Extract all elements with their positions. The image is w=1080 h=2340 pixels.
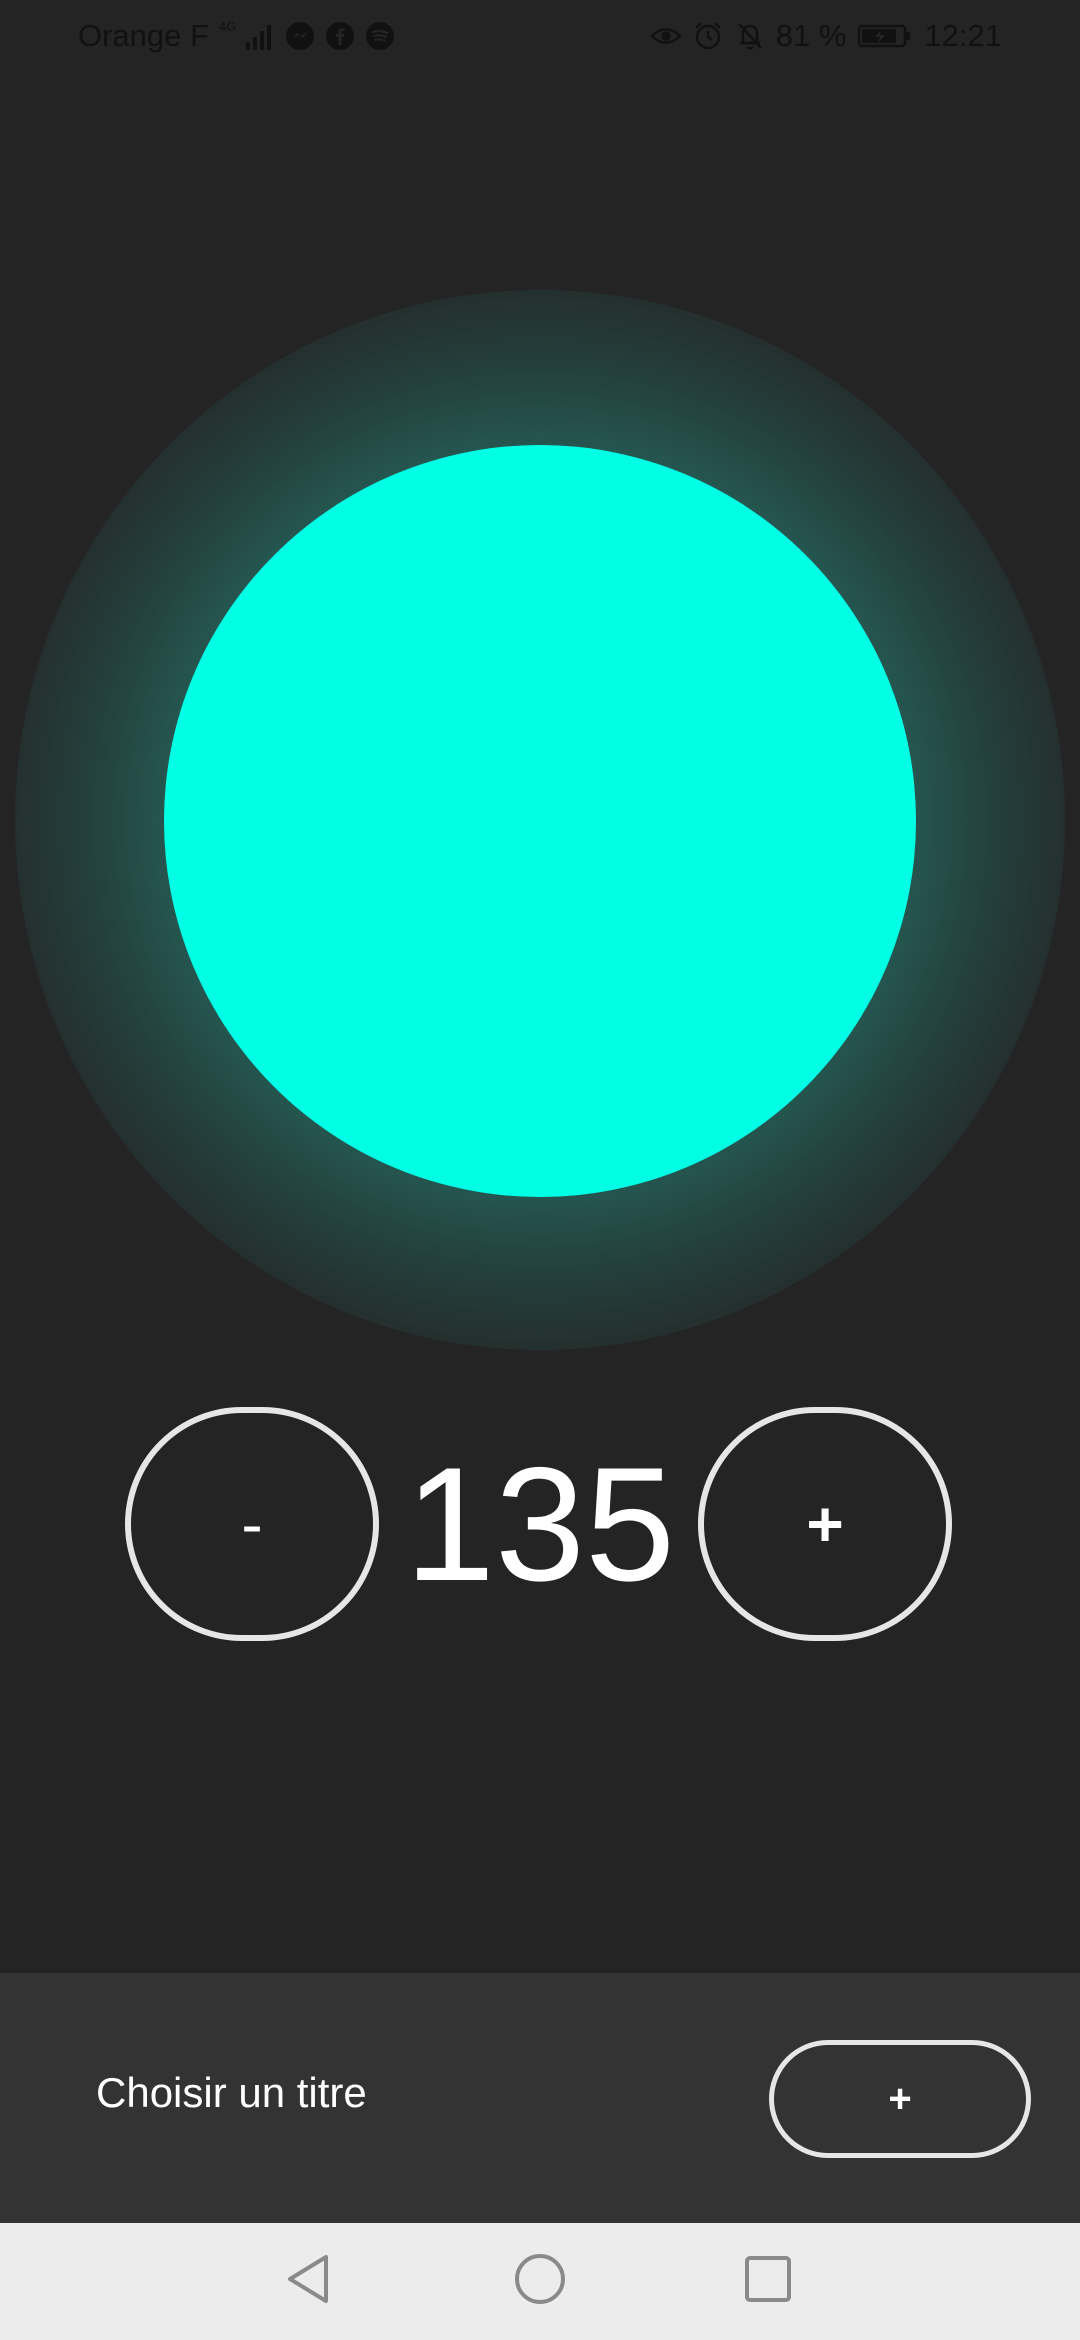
clock-time: 12:21 <box>924 18 1002 53</box>
eye-icon <box>649 20 682 52</box>
navigation-bar <box>0 2223 1080 2340</box>
carrier-name: Orange F <box>78 18 209 53</box>
back-button[interactable] <box>278 2251 338 2311</box>
bottom-panel: Choisir un titre + <box>0 1973 1080 2223</box>
spotify-icon <box>364 20 396 52</box>
battery-icon <box>856 20 914 52</box>
status-left: Orange F 4G <box>78 18 396 54</box>
status-right: 81 % 12:21 <box>649 18 1002 54</box>
choose-title-label[interactable]: Choisir un titre <box>96 2069 367 2117</box>
increment-button[interactable]: + <box>698 1407 952 1641</box>
back-icon <box>282 2251 334 2312</box>
light-orb <box>164 445 916 1197</box>
bell-off-icon <box>734 20 766 52</box>
battery-percent: 81 % <box>775 18 847 53</box>
status-bar: Orange F 4G 81 % 12:21 <box>0 0 1080 72</box>
app-screen: Orange F 4G 81 % 12:21 - 135 + Choisir u… <box>0 0 1080 2340</box>
signal-icon <box>244 20 276 52</box>
facebook-icon <box>324 20 356 52</box>
counter-value: 135 <box>404 1434 676 1615</box>
increment-label: + <box>806 1488 844 1560</box>
network-type: 4G <box>218 18 237 34</box>
alarm-icon <box>692 20 724 52</box>
home-button[interactable] <box>510 2251 570 2311</box>
recents-button[interactable] <box>738 2251 798 2311</box>
decrement-button[interactable]: - <box>125 1407 379 1641</box>
recents-icon <box>742 2253 794 2310</box>
home-icon <box>512 2251 568 2312</box>
decrement-label: - <box>241 1488 263 1560</box>
add-button[interactable]: + <box>769 2040 1031 2158</box>
messenger-icon <box>284 20 316 52</box>
add-button-label: + <box>888 2076 912 2121</box>
